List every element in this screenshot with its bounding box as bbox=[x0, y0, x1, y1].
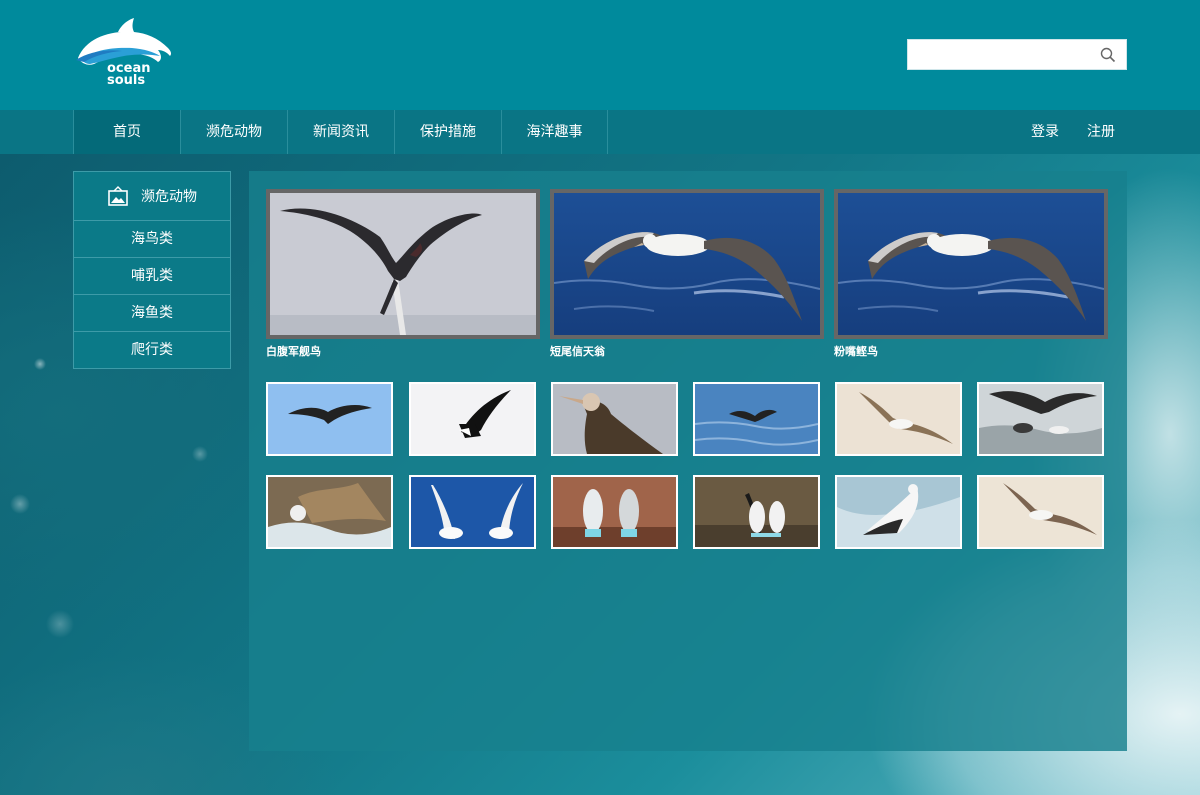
sidebar-item-fish[interactable]: 海鱼类 bbox=[73, 295, 231, 332]
thumbnail-image[interactable] bbox=[551, 382, 678, 456]
thumbnail-image[interactable] bbox=[266, 475, 393, 549]
nav-item-home[interactable]: 首页 bbox=[73, 110, 180, 154]
thumbnail-image[interactable] bbox=[409, 475, 536, 549]
nav-item-protection[interactable]: 保护措施 bbox=[394, 110, 501, 154]
featured-caption: 短尾信天翁 bbox=[550, 345, 605, 358]
nav-item-endangered[interactable]: 濒危动物 bbox=[180, 110, 287, 154]
category-sidebar: 濒危动物 海鸟类 哺乳类 海鱼类 爬行类 bbox=[73, 171, 231, 369]
site-header: ocean souls bbox=[0, 0, 1200, 110]
search-input[interactable] bbox=[914, 44, 1094, 66]
sidebar-header[interactable]: 濒危动物 bbox=[73, 171, 231, 221]
thumbnail-image[interactable] bbox=[977, 382, 1104, 456]
featured-card[interactable]: 短尾信天翁 bbox=[550, 189, 824, 359]
featured-caption: 粉嘴鲣鸟 bbox=[834, 345, 878, 358]
ocean-souls-logo[interactable]: ocean souls bbox=[72, 14, 176, 94]
featured-image-albatross[interactable] bbox=[550, 189, 824, 339]
thumbnail-image[interactable] bbox=[551, 475, 678, 549]
main-nav: 首页 濒危动物 新闻资讯 保护措施 海洋趣事 登录 注册 bbox=[0, 110, 1200, 154]
featured-caption: 白腹军舰鸟 bbox=[266, 345, 321, 358]
gallery-panel: 白腹军舰鸟 短尾信天翁 粉嘴鲣鸟 bbox=[249, 171, 1127, 751]
thumbnail-image[interactable] bbox=[835, 475, 962, 549]
featured-card[interactable]: 粉嘴鲣鸟 bbox=[834, 189, 1108, 359]
nav-item-news[interactable]: 新闻资讯 bbox=[287, 110, 394, 154]
thumbnail-image[interactable] bbox=[693, 382, 820, 456]
sidebar-item-mammals[interactable]: 哺乳类 bbox=[73, 258, 231, 295]
logo-text-souls: souls bbox=[107, 73, 146, 88]
sidebar-title: 濒危动物 bbox=[141, 189, 197, 205]
featured-image-booby[interactable] bbox=[834, 189, 1108, 339]
thumbnail-image[interactable] bbox=[977, 475, 1104, 549]
thumbnail-image[interactable] bbox=[266, 382, 393, 456]
login-link[interactable]: 登录 bbox=[1031, 110, 1059, 154]
sidebar-item-seabirds[interactable]: 海鸟类 bbox=[73, 221, 231, 258]
picture-frame-icon bbox=[108, 186, 128, 206]
search-box[interactable] bbox=[907, 39, 1127, 70]
nav-item-ocean-fun[interactable]: 海洋趣事 bbox=[501, 110, 608, 154]
thumbnail-image[interactable] bbox=[693, 475, 820, 549]
register-link[interactable]: 注册 bbox=[1087, 110, 1115, 154]
featured-card[interactable]: 白腹军舰鸟 bbox=[266, 189, 540, 359]
thumbnail-image[interactable] bbox=[409, 382, 536, 456]
search-icon[interactable] bbox=[1100, 47, 1116, 63]
featured-image-frigatebird[interactable] bbox=[266, 189, 540, 339]
sidebar-item-reptiles[interactable]: 爬行类 bbox=[73, 332, 231, 369]
thumbnail-image[interactable] bbox=[835, 382, 962, 456]
